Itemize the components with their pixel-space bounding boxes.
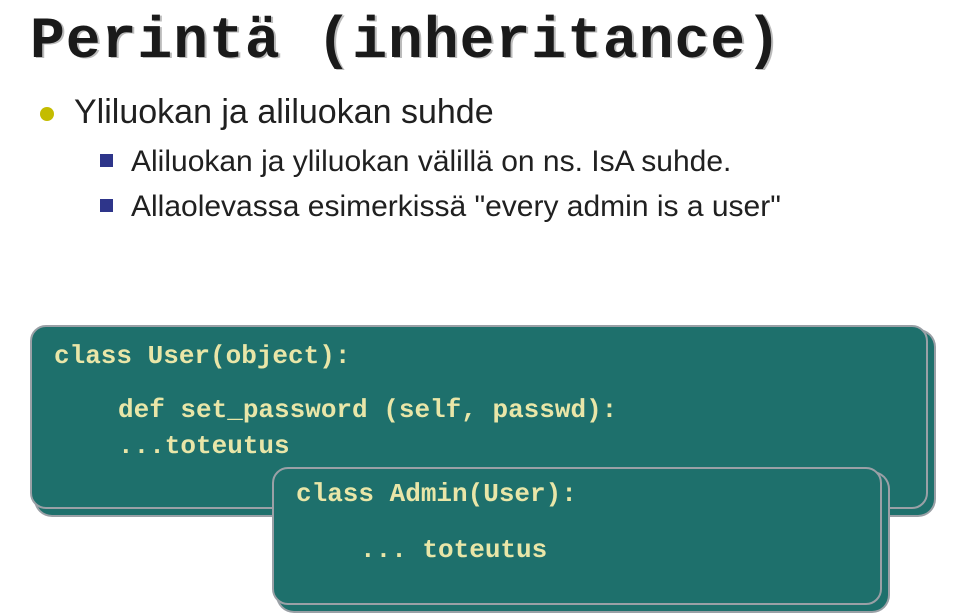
code-line: class Admin(User): (296, 479, 860, 509)
bullet-square-icon (100, 199, 113, 212)
bullet-list: Yliluokan ja aliluokan suhde Aliluokan j… (40, 93, 930, 226)
code-line: ...toteutus (118, 431, 904, 461)
code-line: ... toteutus (360, 535, 860, 565)
bullet-level2: Aliluokan ja yliluokan välillä on ns. Is… (100, 142, 930, 181)
bullet-dot-icon (40, 107, 54, 121)
slide: Perintä (inheritance) Yliluokan ja alilu… (0, 0, 960, 615)
bullet-level1: Yliluokan ja aliluokan suhde (40, 93, 930, 132)
slide-title: Perintä (inheritance) (30, 10, 930, 75)
bullet-square-icon (100, 154, 113, 167)
bullet-level2b-text: Allaolevassa esimerkissä "every admin is… (131, 187, 781, 226)
code-area: class User(object): def set_password (se… (30, 325, 930, 509)
code-line: class User(object): (54, 341, 904, 371)
code-box-admin: class Admin(User): ... toteutus (272, 467, 882, 605)
bullet-level1-text: Yliluokan ja aliluokan suhde (74, 93, 494, 132)
bullet-level2a-text: Aliluokan ja yliluokan välillä on ns. Is… (131, 142, 731, 181)
bullet-level2: Allaolevassa esimerkissä "every admin is… (100, 187, 930, 226)
code-line: def set_password (self, passwd): (118, 395, 904, 425)
code-box-user: class User(object): def set_password (se… (30, 325, 928, 509)
